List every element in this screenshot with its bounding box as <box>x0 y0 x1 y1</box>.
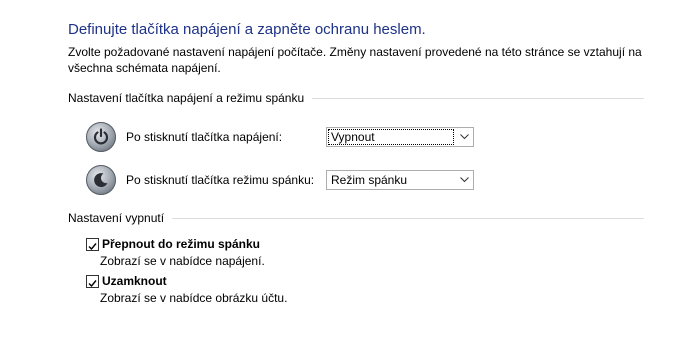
group-header-label: Nastavení tlačítka napájení a režimu spá… <box>68 91 305 105</box>
group-header-label: Nastavení vypnutí <box>68 211 165 225</box>
divider <box>312 97 644 99</box>
lock-option-checkbox-row[interactable]: Uzamknout <box>86 274 167 288</box>
checkmark-icon <box>88 243 97 251</box>
chevron-down-icon[interactable] <box>455 128 473 146</box>
chevron-down-icon[interactable] <box>455 171 473 189</box>
select-value: Režim spánku <box>331 173 408 187</box>
divider <box>172 217 644 219</box>
shutdown-group-header: Nastavení vypnutí <box>68 211 644 225</box>
lock-option-label[interactable]: Uzamknout <box>102 274 167 288</box>
power-button-action-select[interactable]: Vypnout <box>326 127 474 147</box>
sleep-icon <box>86 165 116 195</box>
sleep-button-action-select[interactable]: Režim spánku <box>326 170 474 190</box>
power-icon <box>86 122 116 152</box>
lock-option-description: Zobrazí se v nabídce obrázku účtu. <box>100 291 288 305</box>
sleep-option-checkbox[interactable] <box>86 238 99 251</box>
sleep-button-label: Po stisknutí tlačítka režimu spánku: <box>126 173 315 187</box>
power-button-label: Po stisknutí tlačítka napájení: <box>126 130 283 144</box>
sleep-button-setting-row: Po stisknutí tlačítka režimu spánku: Rež… <box>86 164 474 196</box>
lock-option-checkbox[interactable] <box>86 275 99 288</box>
page-title: Definujte tlačítka napájení a zapněte oc… <box>68 21 426 38</box>
checkmark-icon <box>88 280 97 288</box>
sleep-option-checkbox-row[interactable]: Přepnout do režimu spánku <box>86 237 260 251</box>
page-description: Zvolte požadované nastavení napájení poč… <box>68 45 642 75</box>
sleep-option-description: Zobrazí se v nabídce napájení. <box>100 254 265 268</box>
select-value: Vypnout <box>328 129 454 145</box>
sleep-option-label[interactable]: Přepnout do režimu spánku <box>102 237 260 251</box>
power-button-setting-row: Po stisknutí tlačítka napájení: Vypnout <box>86 121 474 153</box>
power-buttons-group-header: Nastavení tlačítka napájení a režimu spá… <box>68 91 644 105</box>
